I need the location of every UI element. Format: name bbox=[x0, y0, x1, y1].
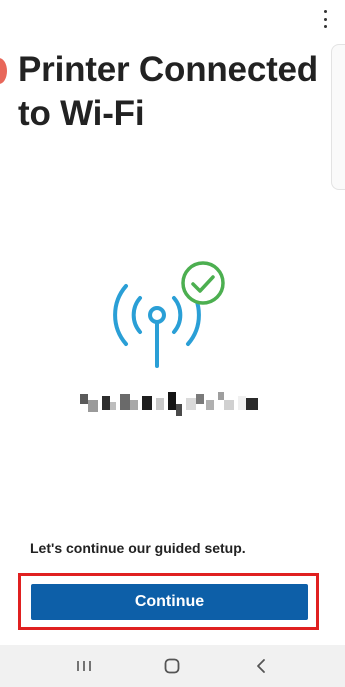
previous-card-edge bbox=[0, 58, 7, 84]
home-icon[interactable] bbox=[152, 646, 192, 686]
recent-apps-icon[interactable] bbox=[64, 646, 104, 686]
continue-button[interactable]: Continue bbox=[31, 584, 308, 620]
wifi-connected-graphic bbox=[100, 258, 230, 374]
menu-dot bbox=[323, 25, 327, 28]
wifi-wave-left-outer bbox=[113, 284, 128, 346]
wifi-wave-left-inner bbox=[131, 296, 142, 334]
network-name-redacted bbox=[78, 390, 268, 418]
page-title: Printer Connected to Wi-Fi bbox=[18, 50, 318, 133]
back-icon[interactable] bbox=[241, 646, 281, 686]
screen: Printer Connected to Wi-Fi Let's continu… bbox=[0, 0, 345, 687]
guided-setup-text: Let's continue our guided setup. bbox=[30, 540, 246, 556]
checkmark-circle-icon bbox=[181, 261, 225, 305]
menu-dot bbox=[323, 17, 327, 21]
wifi-antenna-icon bbox=[113, 261, 225, 368]
menu-dot bbox=[323, 10, 327, 13]
more-options-icon[interactable] bbox=[319, 8, 331, 30]
antenna-tip bbox=[148, 306, 166, 324]
system-nav-bar bbox=[0, 645, 345, 687]
next-card-edge bbox=[331, 44, 345, 190]
wifi-wave-right-inner bbox=[172, 296, 183, 334]
